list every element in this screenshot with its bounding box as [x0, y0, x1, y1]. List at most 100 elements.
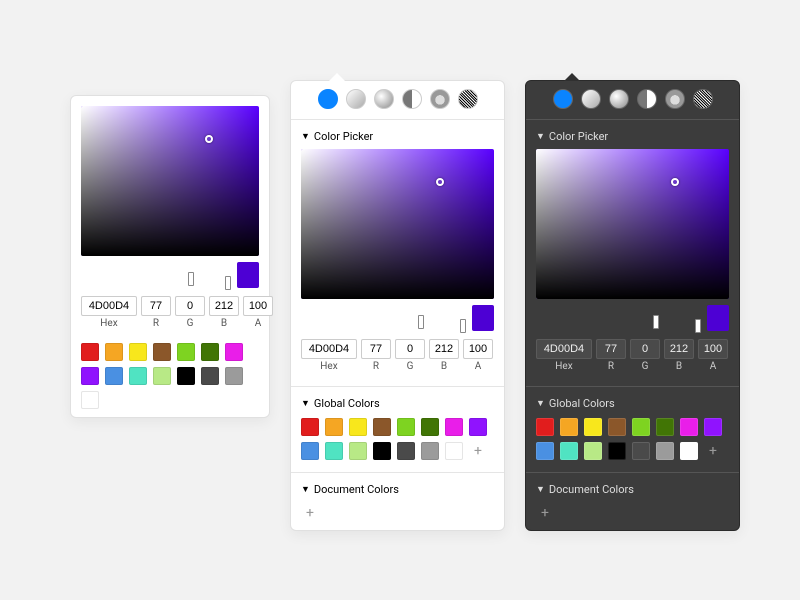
section-global-colors[interactable]: ▼ Global Colors — [291, 391, 504, 414]
a-input[interactable] — [463, 339, 493, 359]
swatches-simple — [71, 339, 269, 417]
image-fill-tab[interactable] — [665, 89, 685, 109]
section-global-colors[interactable]: ▼ Global Colors — [526, 391, 739, 414]
alpha-thumb[interactable] — [695, 319, 701, 333]
swatch[interactable] — [608, 442, 626, 460]
swatch[interactable] — [225, 367, 243, 385]
hex-input[interactable] — [536, 339, 592, 359]
hue-thumb[interactable] — [188, 272, 194, 286]
swatch[interactable] — [177, 343, 195, 361]
a-label: A — [710, 361, 717, 372]
swatch[interactable] — [584, 418, 602, 436]
radial-fill-tab[interactable] — [609, 89, 629, 109]
r-input[interactable] — [361, 339, 391, 359]
hue-thumb[interactable] — [653, 315, 659, 329]
swatch[interactable] — [656, 418, 674, 436]
swatch[interactable] — [153, 343, 171, 361]
b-label: B — [221, 318, 227, 329]
sv-field[interactable] — [536, 149, 729, 299]
b-input[interactable] — [209, 296, 239, 316]
swatch[interactable] — [129, 343, 147, 361]
section-color-picker[interactable]: ▼ Color Picker — [526, 124, 739, 147]
swatch[interactable] — [680, 442, 698, 460]
a-input[interactable] — [243, 296, 273, 316]
section-color-picker[interactable]: ▼ Color Picker — [291, 124, 504, 147]
swatch[interactable] — [608, 418, 626, 436]
swatch[interactable] — [81, 367, 99, 385]
sv-field[interactable] — [81, 106, 259, 256]
swatch[interactable] — [445, 442, 463, 460]
g-input[interactable] — [175, 296, 205, 316]
sv-handle[interactable] — [205, 135, 213, 143]
swatch[interactable] — [129, 367, 147, 385]
alpha-thumb[interactable] — [225, 276, 231, 290]
swatch[interactable] — [656, 442, 674, 460]
b-input[interactable] — [664, 339, 694, 359]
b-input[interactable] — [429, 339, 459, 359]
swatch[interactable] — [584, 442, 602, 460]
swatch[interactable] — [201, 343, 219, 361]
linear-fill-tab[interactable] — [581, 89, 601, 109]
add-swatch-button[interactable]: + — [301, 504, 319, 522]
swatch[interactable] — [373, 418, 391, 436]
swatch[interactable] — [397, 418, 415, 436]
alpha-thumb[interactable] — [460, 319, 466, 333]
swatch[interactable] — [445, 418, 463, 436]
swatch[interactable] — [632, 442, 650, 460]
swatch[interactable] — [680, 418, 698, 436]
swatch[interactable] — [373, 442, 391, 460]
solid-fill-tab[interactable] — [553, 89, 573, 109]
swatch[interactable] — [105, 343, 123, 361]
swatch[interactable] — [349, 442, 367, 460]
swatch[interactable] — [81, 391, 99, 409]
noise-fill-tab[interactable] — [693, 89, 713, 109]
swatch[interactable] — [225, 343, 243, 361]
a-input[interactable] — [698, 339, 728, 359]
swatch[interactable] — [397, 442, 415, 460]
swatch[interactable] — [349, 418, 367, 436]
swatch[interactable] — [469, 418, 487, 436]
swatch[interactable] — [105, 367, 123, 385]
swatch[interactable] — [560, 418, 578, 436]
a-label: A — [475, 361, 482, 372]
r-input[interactable] — [596, 339, 626, 359]
swatch[interactable] — [421, 442, 439, 460]
swatch[interactable] — [325, 418, 343, 436]
swatch[interactable] — [301, 418, 319, 436]
image-fill-tab[interactable] — [430, 89, 450, 109]
r-input[interactable] — [141, 296, 171, 316]
angular-fill-tab[interactable] — [637, 89, 657, 109]
add-swatch-button[interactable]: + — [469, 442, 487, 460]
hex-input[interactable] — [81, 296, 137, 316]
swatch[interactable] — [632, 418, 650, 436]
swatch[interactable] — [201, 367, 219, 385]
hue-thumb[interactable] — [418, 315, 424, 329]
section-document-colors[interactable]: ▼ Document Colors — [291, 477, 504, 500]
a-label: A — [255, 318, 262, 329]
swatch[interactable] — [301, 442, 319, 460]
g-input[interactable] — [630, 339, 660, 359]
radial-fill-tab[interactable] — [374, 89, 394, 109]
swatch[interactable] — [536, 418, 554, 436]
solid-fill-tab[interactable] — [318, 89, 338, 109]
swatch[interactable] — [704, 418, 722, 436]
noise-fill-tab[interactable] — [458, 89, 478, 109]
swatch[interactable] — [325, 442, 343, 460]
swatch[interactable] — [81, 343, 99, 361]
section-document-colors[interactable]: ▼ Document Colors — [526, 477, 739, 500]
add-swatch-button[interactable]: + — [536, 504, 554, 522]
linear-fill-tab[interactable] — [346, 89, 366, 109]
swatch[interactable] — [560, 442, 578, 460]
angular-fill-tab[interactable] — [402, 89, 422, 109]
sv-handle[interactable] — [436, 178, 444, 186]
g-label: G — [407, 361, 414, 372]
swatch[interactable] — [421, 418, 439, 436]
hex-input[interactable] — [301, 339, 357, 359]
swatch[interactable] — [153, 367, 171, 385]
add-swatch-button[interactable]: + — [704, 442, 722, 460]
sv-field[interactable] — [301, 149, 494, 299]
g-input[interactable] — [395, 339, 425, 359]
sv-handle[interactable] — [671, 178, 679, 186]
swatch[interactable] — [177, 367, 195, 385]
swatch[interactable] — [536, 442, 554, 460]
